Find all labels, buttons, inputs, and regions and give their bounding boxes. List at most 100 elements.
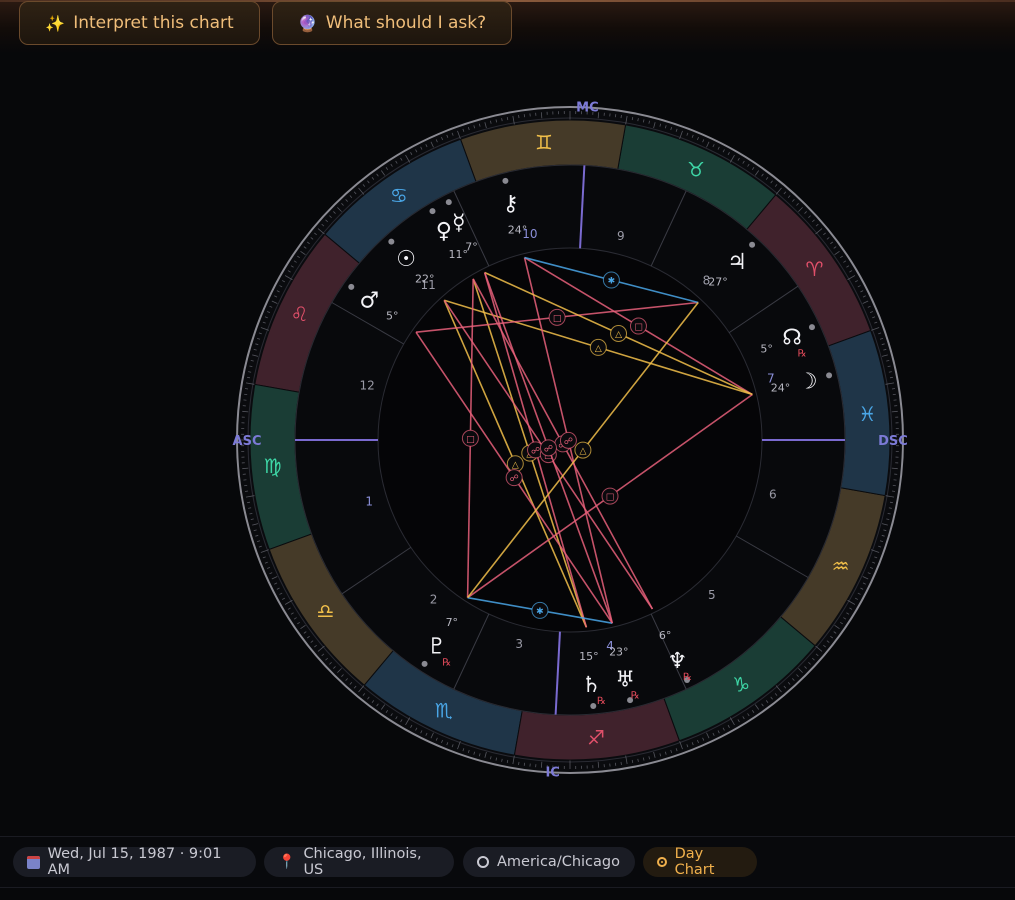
planet-degree: 5°: [386, 310, 399, 323]
aspect-glyph: ☍: [531, 446, 540, 456]
zodiac-sign-glyph: ♓: [858, 402, 876, 426]
timezone-chip[interactable]: America/Chicago: [463, 847, 635, 877]
sun-icon: [657, 857, 667, 867]
natal-chart-area: ♈♉♊♋♌♍♎♏♐♑♒♓ 123456789101112 △△△☍☍□□☍☍□□…: [0, 52, 1015, 836]
aspect-glyph: ✱: [608, 277, 616, 287]
top-toolbar: ✨ Interpret this chart 🔮 What should I a…: [0, 0, 1015, 52]
zodiac-sign-glyph: ♑: [732, 673, 750, 697]
birth-place-chip[interactable]: 📍 Chicago, Illinois, US: [264, 846, 454, 878]
planet-glyph: ☿: [452, 211, 466, 236]
planet-glyph: ♄: [581, 673, 601, 698]
planet-degree: 27°: [708, 275, 728, 288]
house-number: 9: [617, 229, 625, 243]
day-chart-text: Day Chart: [674, 846, 715, 878]
planet-degree: 23°: [609, 645, 629, 658]
degree-tick: [891, 467, 898, 470]
planet-degree: 15°: [579, 650, 599, 663]
house-number: 5: [708, 588, 716, 602]
degree-tick: [540, 112, 543, 119]
planet-position-dot: [502, 177, 509, 184]
planet-position-dot: [421, 660, 428, 667]
interpret-chart-button[interactable]: ✨ Interpret this chart: [19, 1, 260, 45]
planet-position-dot: [348, 283, 355, 290]
aspect-glyph: □: [634, 323, 643, 333]
aspect-glyph: □: [466, 435, 475, 445]
planet-position-dot: [445, 199, 452, 206]
planet-degree: 6°: [659, 629, 672, 642]
degree-tick: [506, 116, 509, 121]
retrograde-marker: ℞: [597, 696, 606, 707]
degree-tick: [246, 376, 251, 379]
degree-tick: [597, 761, 600, 768]
degree-tick: [631, 116, 634, 121]
degree-tick: [889, 376, 894, 379]
planet-position-dot: [808, 324, 815, 331]
degree-tick: [889, 501, 894, 504]
zodiac-sign-glyph: ♌: [290, 302, 308, 326]
sparkles-icon: ✨: [45, 13, 66, 33]
planet-degree: 11°: [448, 248, 468, 261]
retrograde-marker: ℞: [798, 348, 807, 359]
retrograde-marker: ℞: [631, 691, 640, 702]
interpret-chart-label: Interpret this chart: [73, 13, 234, 33]
ic-label: IC: [545, 766, 559, 781]
degree-tick: [891, 410, 898, 413]
planet-glyph: ☊: [782, 325, 802, 350]
zodiac-sign-glyph: ♈: [806, 257, 824, 281]
birth-date-text: Wed, Jul 15, 1987 · 9:01 AM: [47, 846, 222, 878]
zodiac-sign-glyph: ♉: [687, 157, 705, 181]
timezone-text: America/Chicago: [497, 854, 620, 870]
planet-glyph: ☽: [798, 370, 818, 395]
planet-degree: 5°: [760, 342, 773, 355]
house-number: 6: [769, 487, 777, 501]
zodiac-sign-glyph: ♍: [264, 454, 282, 478]
planet-position-dot: [388, 238, 395, 245]
planet-glyph: ♇: [427, 634, 447, 659]
house-number: 3: [515, 637, 523, 651]
planet-degree: 24°: [508, 223, 528, 236]
zodiac-sign-glyph: ♒: [832, 554, 850, 578]
degree-tick: [242, 410, 249, 413]
planet-degree: 7°: [446, 616, 459, 629]
zodiac-sign-glyph: ♊: [535, 131, 553, 155]
planet-glyph: ♆: [668, 649, 688, 674]
planet-position-dot: [749, 241, 756, 248]
degree-tick: [540, 761, 543, 768]
aspect-glyph: ☍: [564, 437, 573, 447]
clock-icon: [477, 856, 489, 868]
degree-tick: [242, 467, 249, 470]
planet-glyph: ♅: [615, 668, 635, 693]
aspect-glyph: ☍: [510, 474, 519, 484]
planet-position-dot: [826, 372, 833, 379]
planet-degree: 24°: [771, 382, 791, 395]
zodiac-sign-glyph: ♏: [435, 699, 453, 723]
planet-position-dot: [429, 208, 436, 215]
house-number: 2: [430, 593, 438, 607]
aspect-glyph: △: [579, 447, 586, 457]
degree-tick: [246, 501, 251, 504]
planet-glyph: ♀: [436, 219, 452, 244]
zodiac-sign-glyph: ♋: [390, 183, 408, 207]
retrograde-marker: ℞: [683, 672, 692, 683]
what-should-i-ask-label: What should I ask?: [325, 13, 487, 33]
what-should-i-ask-button[interactable]: 🔮 What should I ask?: [272, 1, 512, 45]
birth-date-chip[interactable]: Wed, Jul 15, 1987 · 9:01 AM: [13, 846, 256, 878]
birth-place-text: Chicago, Illinois, US: [303, 846, 422, 878]
dsc-label: DSC: [878, 434, 908, 449]
asc-label: ASC: [233, 434, 262, 449]
chart-info-bar: Wed, Jul 15, 1987 · 9:01 AM 📍 Chicago, I…: [0, 836, 1015, 888]
house-number: 1: [365, 494, 373, 508]
planet-position-dot: [590, 702, 597, 709]
planet-glyph: ♂: [359, 288, 379, 313]
zodiac-sign-glyph: ♐: [587, 725, 605, 749]
mc-label: MC: [576, 100, 598, 115]
aspect-glyph: ☍: [544, 444, 553, 454]
aspect-glyph: △: [595, 344, 602, 354]
retrograde-marker: ℞: [442, 657, 451, 668]
planet-glyph: ♃: [727, 250, 747, 275]
zodiac-sign-glyph: ♎: [317, 599, 335, 623]
aspect-glyph: ✱: [536, 607, 544, 617]
aspect-glyph: △: [615, 330, 622, 340]
day-chart-chip[interactable]: Day Chart: [643, 846, 757, 878]
location-pin-icon: 📍: [278, 854, 296, 870]
